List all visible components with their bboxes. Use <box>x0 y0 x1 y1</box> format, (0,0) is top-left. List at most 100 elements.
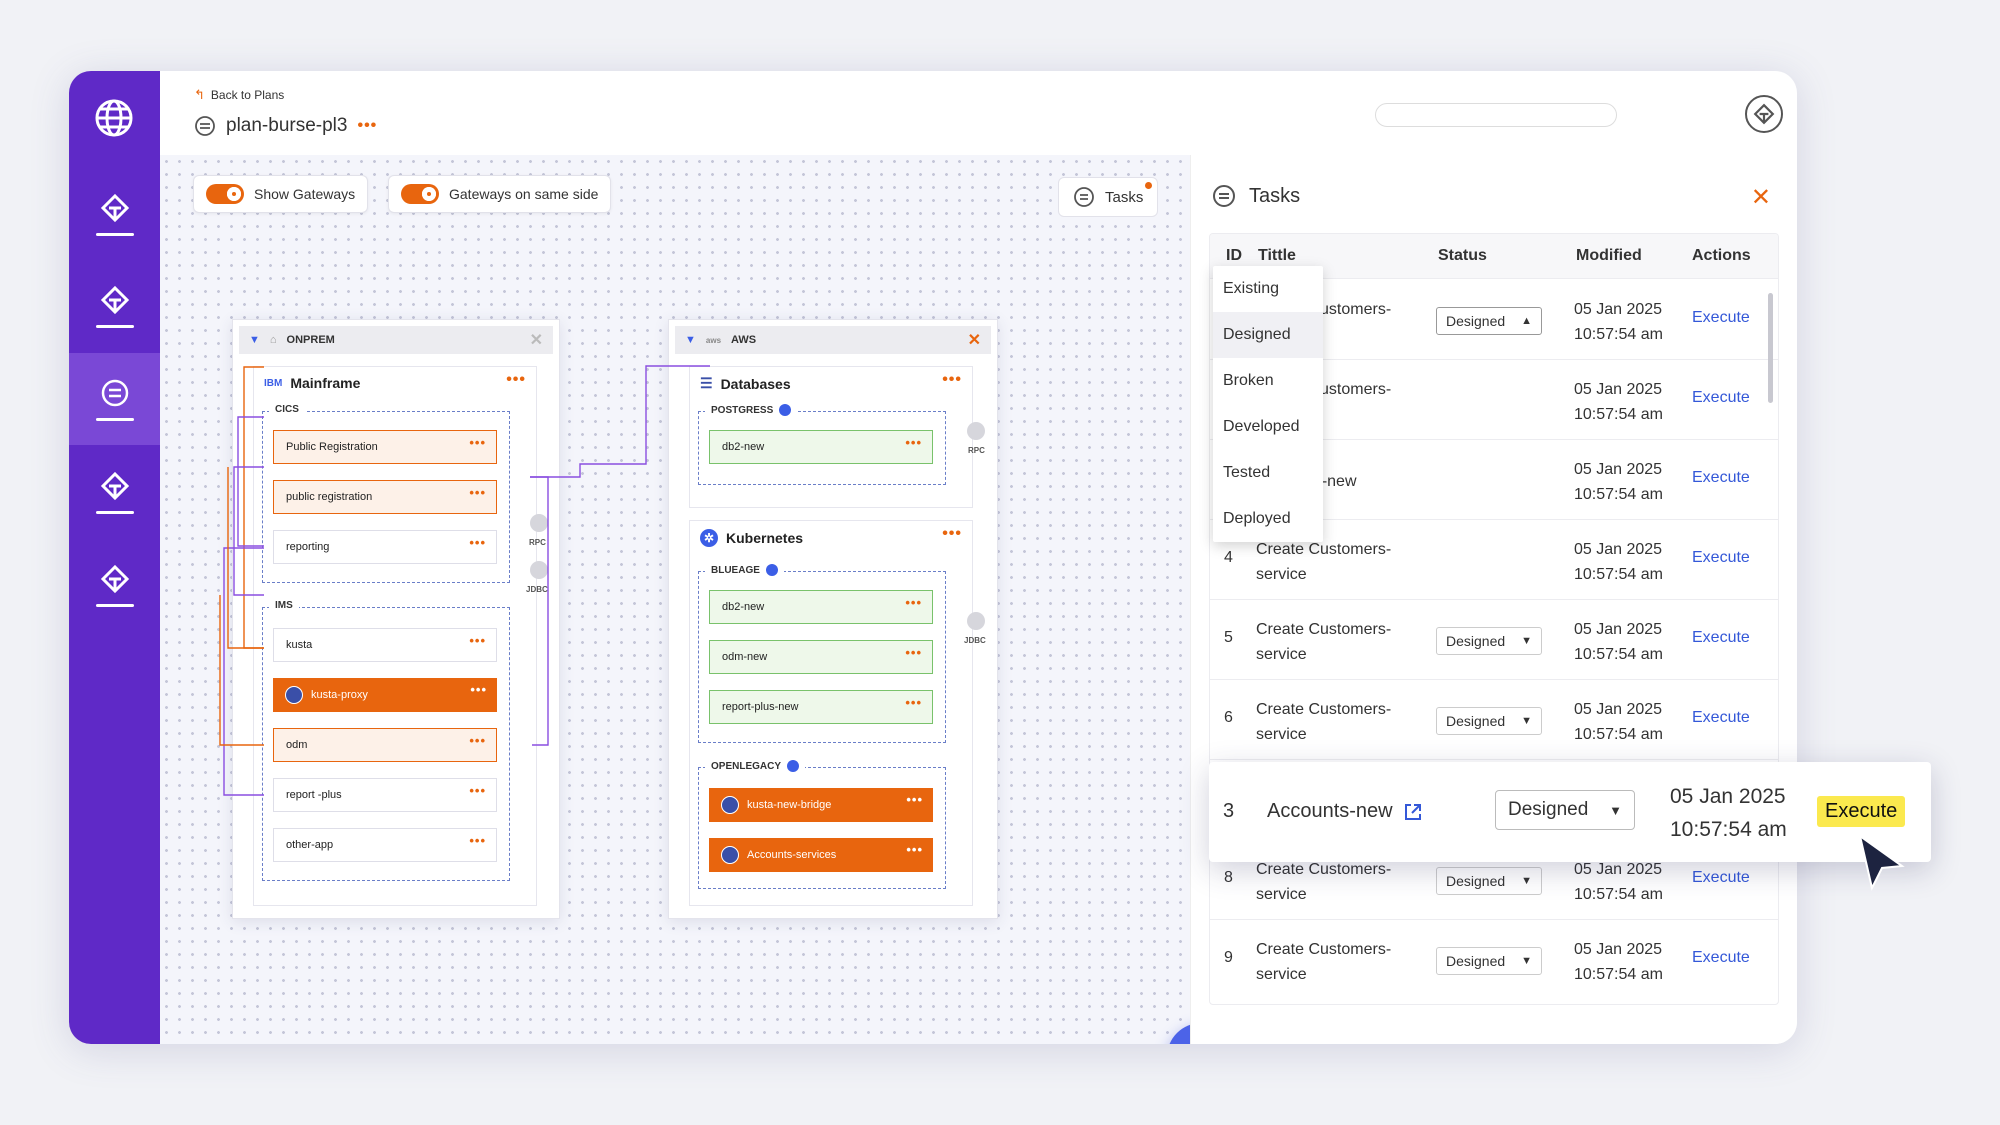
plan-more-button[interactable]: ••• <box>357 117 377 135</box>
status-select[interactable]: Designed ▼ <box>1495 790 1635 830</box>
tasks-button[interactable]: Tasks <box>1058 177 1159 217</box>
execute-link[interactable]: Execute <box>1692 869 1750 887</box>
node-item[interactable]: kusta ••• <box>273 628 497 662</box>
option-deployed[interactable]: Deployed <box>1213 496 1323 542</box>
node-item[interactable]: Accounts-services ••• <box>709 838 933 872</box>
row-modified: 05 Jan 2025 10:57:54 am <box>1574 381 1663 423</box>
subgroup-label-text: BLUEAGE <box>711 564 760 576</box>
node-more-button[interactable]: ••• <box>906 792 923 807</box>
show-gateways-toggle[interactable]: Show Gateways <box>193 175 369 213</box>
node-more-button[interactable]: ••• <box>469 633 486 648</box>
building-icon: ⌂ <box>269 334 277 346</box>
gateways-same-side-toggle[interactable]: Gateways on same side <box>388 175 612 213</box>
nav-item-4[interactable] <box>69 446 160 538</box>
close-panel-button[interactable]: ✕ <box>1751 183 1771 212</box>
node-item[interactable]: odm ••• <box>273 728 497 762</box>
node-more-button[interactable]: ••• <box>469 833 486 848</box>
group-more-button[interactable]: ••• <box>506 371 526 389</box>
toggle-switch[interactable] <box>206 184 244 204</box>
node-more-button[interactable]: ••• <box>469 733 486 748</box>
subgroup-label: BLUEAGE <box>705 564 784 576</box>
node-item[interactable]: db2-new ••• <box>709 590 933 624</box>
nav-item-5[interactable] <box>69 539 160 631</box>
close-icon[interactable]: ✕ <box>968 330 981 350</box>
node-more-button[interactable]: ••• <box>905 435 922 450</box>
execute-link[interactable]: Execute <box>1692 709 1750 727</box>
execute-link[interactable]: Execute <box>1692 629 1750 647</box>
status-select[interactable]: Designed ▲ <box>1436 307 1542 335</box>
node-item[interactable]: kusta-proxy ••• <box>273 678 497 712</box>
globe-logo-icon[interactable] <box>91 95 137 141</box>
node-more-button[interactable]: ••• <box>469 783 486 798</box>
diagram-canvas[interactable]: Show Gateways Gateways on same side Task… <box>160 155 1235 1044</box>
execute-button[interactable]: Execute <box>1817 796 1906 827</box>
execute-link[interactable]: Execute <box>1692 549 1750 567</box>
nav-item-1[interactable] <box>69 168 160 260</box>
jdbc-port[interactable] <box>967 612 985 630</box>
ims-subgroup: IMS kusta ••• kusta-proxy ••• odm ••• repor… <box>262 600 510 881</box>
node-more-button[interactable]: ••• <box>469 435 486 450</box>
rpc-port[interactable] <box>530 514 548 532</box>
node-label: reporting <box>286 541 330 553</box>
postgress-subgroup: POSTGRESS db2-new ••• <box>698 404 946 485</box>
node-item[interactable]: db2-new ••• <box>709 430 933 464</box>
option-developed[interactable]: Developed <box>1213 404 1323 450</box>
execute-link[interactable]: Execute <box>1692 389 1750 407</box>
port-label: RPC <box>968 446 985 455</box>
search-input[interactable] <box>1375 103 1617 127</box>
blueage-subgroup: BLUEAGE db2-new ••• odm-new ••• report-plu… <box>698 564 946 743</box>
option-broken[interactable]: Broken <box>1213 358 1323 404</box>
row-modified: 05 Jan 2025 10:57:54 am <box>1574 301 1663 343</box>
header-action-1-button[interactable] <box>1745 95 1783 133</box>
node-item[interactable]: Public Registration ••• <box>273 430 497 464</box>
group-more-button[interactable]: ••• <box>942 525 962 543</box>
execute-link[interactable]: Execute <box>1692 949 1750 967</box>
status-select[interactable]: Designed ▼ <box>1436 707 1542 735</box>
table-scrollbar[interactable] <box>1768 293 1773 403</box>
toggle-label: Show Gateways <box>254 186 356 202</box>
collapse-icon[interactable]: ▼ <box>249 334 260 346</box>
option-tested[interactable]: Tested <box>1213 450 1323 496</box>
mouse-cursor-icon <box>1858 834 1905 891</box>
app-window: ↰ Back to Plans plan-burse-pl3 ••• Show … <box>69 71 1797 1044</box>
node-item[interactable]: other-app ••• <box>273 828 497 862</box>
node-item[interactable]: report-plus-new ••• <box>709 690 933 724</box>
onprem-zone[interactable]: ▼ ⌂ ONPREM ✕ IBM Mainframe ••• CICS Publ… <box>232 319 560 919</box>
row-modified: 05 Jan 2025 10:57:54 am <box>1574 621 1663 663</box>
row-title: Accounts-new <box>1267 800 1393 822</box>
toggle-switch[interactable] <box>401 184 439 204</box>
node-more-button[interactable]: ••• <box>906 842 923 857</box>
execute-link[interactable]: Execute <box>1692 309 1750 327</box>
node-more-button[interactable]: ••• <box>905 645 922 660</box>
rpc-port[interactable] <box>967 422 985 440</box>
chevron-down-icon: ▼ <box>1521 955 1532 967</box>
option-existing[interactable]: Existing <box>1213 266 1323 312</box>
node-more-button[interactable]: ••• <box>469 485 486 500</box>
jdbc-port[interactable] <box>530 561 548 579</box>
node-item[interactable]: report -plus ••• <box>273 778 497 812</box>
nav-item-2[interactable] <box>69 260 160 352</box>
aws-zone[interactable]: ▼ aws AWS ✕ ☰ Databases ••• POSTGRESS db… <box>668 319 998 919</box>
row-id: 6 <box>1224 709 1233 726</box>
nav-item-plans[interactable] <box>69 353 160 445</box>
execute-link[interactable]: Execute <box>1692 469 1750 487</box>
status-select[interactable]: Designed ▼ <box>1436 867 1542 895</box>
node-more-button[interactable]: ••• <box>905 695 922 710</box>
external-link-icon[interactable] <box>1403 802 1423 822</box>
node-item[interactable]: kusta-new-bridge ••• <box>709 788 933 822</box>
node-item[interactable]: public registration ••• <box>273 480 497 514</box>
node-item[interactable]: odm-new ••• <box>709 640 933 674</box>
node-more-button[interactable]: ••• <box>470 682 487 697</box>
status-select[interactable]: Designed ▼ <box>1436 947 1542 975</box>
status-select[interactable]: Designed ▼ <box>1436 627 1542 655</box>
collapse-icon[interactable]: ▼ <box>685 334 696 346</box>
option-designed[interactable]: Designed <box>1213 312 1323 358</box>
row-id: 3 <box>1223 800 1235 822</box>
back-to-plans-link[interactable]: ↰ Back to Plans <box>194 87 284 103</box>
node-more-button[interactable]: ••• <box>905 595 922 610</box>
group-more-button[interactable]: ••• <box>942 371 962 389</box>
port-label: JDBC <box>964 636 986 645</box>
close-icon[interactable]: ✕ <box>530 330 543 350</box>
node-more-button[interactable]: ••• <box>469 535 486 550</box>
node-item[interactable]: reporting ••• <box>273 530 497 564</box>
